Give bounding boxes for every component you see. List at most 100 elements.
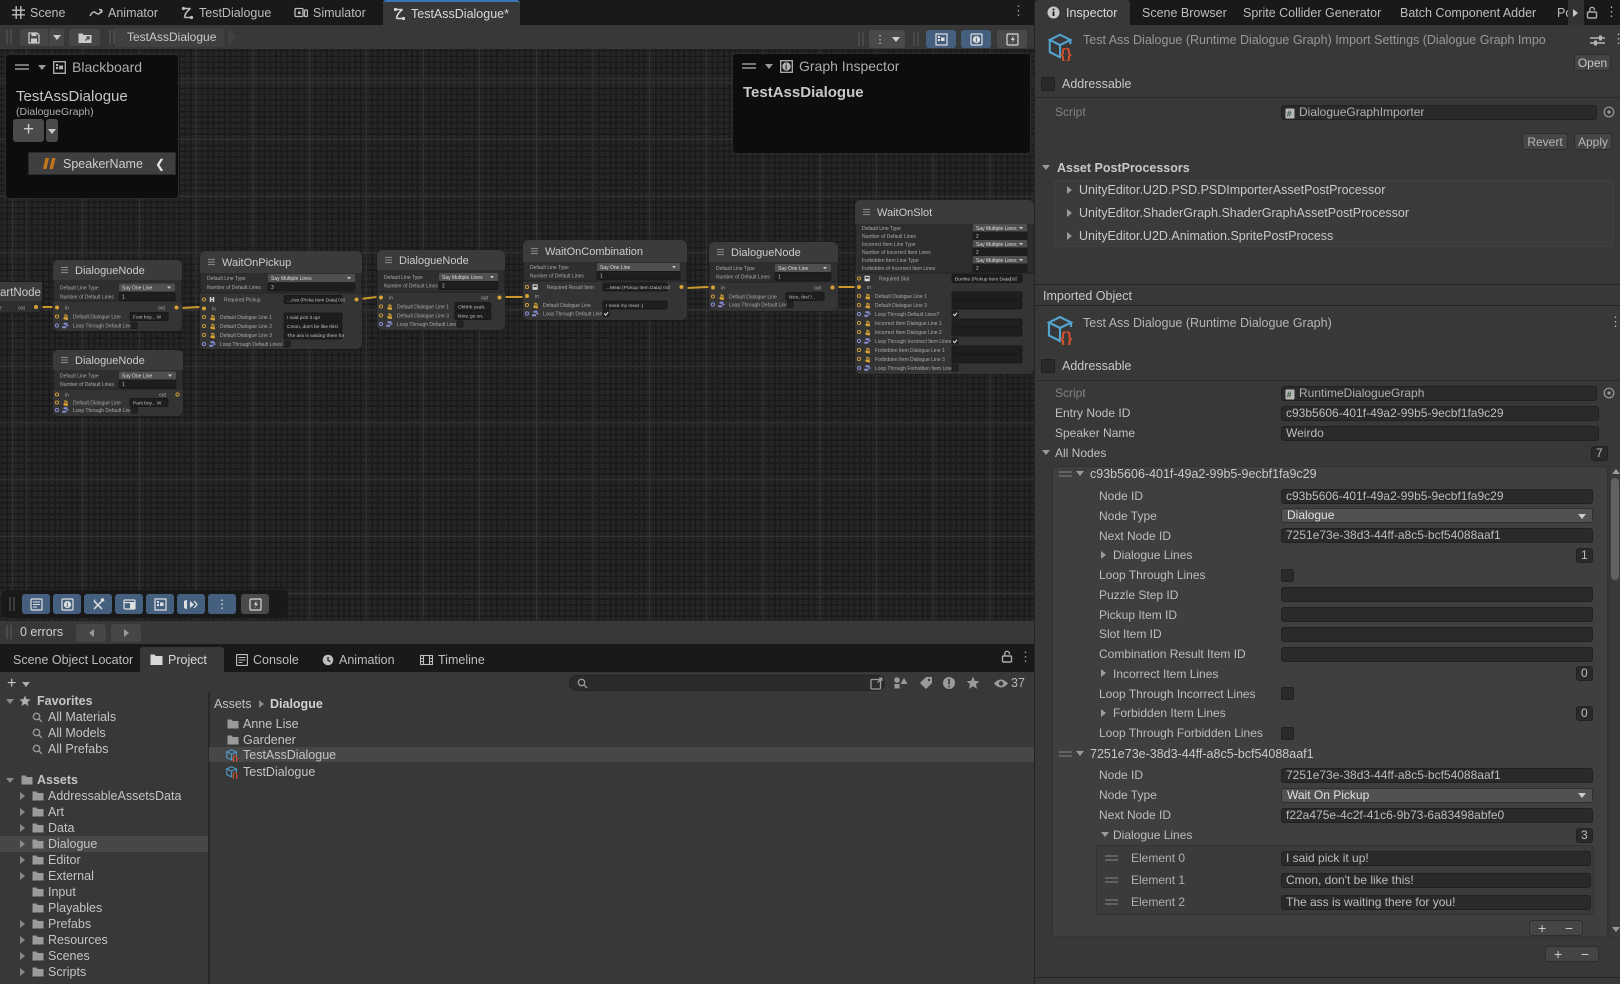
svg-text:{}: {} [232, 771, 238, 778]
svg-text:Nice, the!?..: Nice, the!?.. [789, 295, 815, 301]
svg-text:Default Line Type: Default Line Type [60, 374, 99, 380]
svg-text:Required Slot: Required Slot [879, 277, 910, 283]
svg-text:Loop Through Default Lines?: Loop Through Default Lines? [397, 322, 462, 328]
svg-text:Say One Line: Say One Line [122, 374, 153, 380]
svg-text:artNode: artNode [0, 287, 41, 299]
svg-text:2: 2 [976, 234, 979, 240]
svg-text:Loop Through Default Lines?: Loop Through Default Lines? [73, 324, 138, 330]
svg-text:DialogueNode: DialogueNode [75, 355, 145, 367]
svg-text:{}: {} [1060, 46, 1072, 61]
svg-text:WaitOnPickup: WaitOnPickup [222, 257, 291, 269]
svg-text:1: 1 [122, 295, 125, 301]
svg-text:Required Result Item: Required Result Item [547, 285, 594, 291]
svg-text:Number of Default Lines: Number of Default Lines [60, 295, 114, 301]
svg-text:...Ass (Picka Item Data): ...Ass (Picka Item Data) [287, 298, 338, 304]
svg-text:out: out [1010, 277, 1018, 283]
svg-text:Forbidden Item Dialogue Line 3: Forbidden Item Dialogue Line 3 [875, 357, 945, 363]
svg-text:1: 1 [600, 274, 603, 280]
svg-text:Incorrect Item Dialogue Line 2: Incorrect Item Dialogue Line 2 [875, 330, 942, 336]
svg-text:I need my meat :): I need my meat :) [606, 303, 644, 309]
svg-text:Incorrect Item Dialogue Line 1: Incorrect Item Dialogue Line 1 [875, 321, 942, 327]
svg-text:berName: berName [0, 306, 2, 312]
svg-text:#: # [1287, 108, 1292, 118]
svg-text:Default Line Type: Default Line Type [716, 266, 755, 272]
svg-text:1: 1 [122, 382, 125, 388]
svg-text:Forbidden Item Line Type: Forbidden Item Line Type [862, 258, 919, 264]
svg-text:2: 2 [442, 284, 445, 290]
svg-text:Default Dialogue Line: Default Dialogue Line [73, 401, 121, 407]
svg-text:DialogueNode: DialogueNode [399, 255, 469, 267]
svg-text:DialogueNode: DialogueNode [75, 265, 145, 277]
svg-text:Number of Default Lines: Number of Default Lines [60, 382, 114, 388]
svg-text:in: in [65, 393, 69, 399]
svg-text:Default Dialogue Line 3: Default Dialogue Line 3 [220, 333, 272, 339]
svg-text:out: out [663, 285, 671, 291]
svg-text:Number of Default Lines: Number of Default Lines [384, 284, 438, 290]
svg-text:Loop Through Forbidden Item Li: Loop Through Forbidden Item Lines? [875, 366, 957, 372]
svg-text:in: in [535, 294, 539, 300]
svg-text:Loop Through Default Lines?: Loop Through Default Lines? [729, 303, 794, 309]
svg-text:Say Multiple Lines: Say Multiple Lines [976, 258, 1017, 264]
svg-text:...Meat (Pickup Item Data): ...Meat (Pickup Item Data) [606, 285, 662, 291]
svg-text:in: in [212, 307, 216, 313]
svg-text:Default Dialogue Line 1: Default Dialogue Line 1 [397, 305, 449, 311]
svg-text:1: 1 [778, 275, 781, 281]
svg-text:3: 3 [271, 285, 274, 291]
svg-text:Default Line Type: Default Line Type [60, 286, 99, 292]
svg-text:i: i [66, 602, 68, 609]
svg-text:Number of Incorrect Item Lines: Number of Incorrect Item Lines [862, 250, 931, 256]
svg-text:Foot boy... W: Foot boy... W [133, 315, 162, 321]
svg-text:Loop Through Default Lines?: Loop Through Default Lines? [220, 342, 285, 348]
svg-text:Forbidden of Incorrect Item Li: Forbidden of Incorrect Item Lines [862, 266, 936, 272]
svg-text:Incorrect Item Line Type: Incorrect Item Line Type [862, 242, 916, 248]
svg-text:Default Dialogue Line 1: Default Dialogue Line 1 [220, 315, 272, 321]
svg-text:#: # [1287, 389, 1292, 399]
svg-text:Default Dialogue Line 3: Default Dialogue Line 3 [875, 303, 927, 309]
svg-text:out: out [814, 286, 822, 292]
svg-text:out: out [158, 306, 166, 312]
svg-text:i: i [975, 37, 977, 44]
svg-text:Default Dialogue Line 2: Default Dialogue Line 2 [220, 324, 272, 330]
svg-text:Bonfire (Pickup Item Data): Bonfire (Pickup Item Data) [955, 277, 1012, 283]
svg-text:WaitOnSlot: WaitOnSlot [877, 207, 932, 219]
svg-text:in: in [721, 286, 725, 292]
svg-text:Say One Line: Say One Line [778, 266, 809, 272]
svg-text:Default Line Type: Default Line Type [207, 276, 246, 282]
svg-text:Say Multiple Lines: Say Multiple Lines [976, 226, 1017, 232]
svg-text:Ohhhh yeah,: Ohhhh yeah, [458, 305, 485, 311]
svg-text:Say One Line: Say One Line [122, 286, 153, 292]
svg-text:{}: {} [1060, 330, 1072, 345]
svg-text:Say Multiple Lines: Say Multiple Lines [976, 242, 1017, 248]
svg-text:Default Dialogue Line 3: Default Dialogue Line 3 [397, 314, 449, 320]
svg-text:out: out [159, 393, 167, 399]
svg-text:DialogueNode: DialogueNode [731, 247, 801, 259]
svg-text:Say One Line: Say One Line [600, 265, 631, 271]
svg-text:Loop Through Default Lines?: Loop Through Default Lines? [73, 408, 138, 414]
svg-text:i: i [785, 62, 787, 71]
svg-text:in: in [389, 296, 393, 302]
svg-text:Default Line Type: Default Line Type [384, 275, 423, 281]
svg-text:Number of Default Lines: Number of Default Lines [530, 274, 584, 280]
svg-text:in: in [867, 285, 871, 291]
svg-text:Required Pickup: Required Pickup [224, 298, 261, 304]
svg-text:2: 2 [976, 266, 979, 272]
svg-text:Forbidden Item Dialogue Line 1: Forbidden Item Dialogue Line 1 [875, 348, 945, 354]
svg-text:Loop Through Default Lines?: Loop Through Default Lines? [875, 312, 940, 318]
svg-text:WaitOnCombination: WaitOnCombination [545, 246, 643, 258]
svg-text:Default Dialogue Line: Default Dialogue Line [73, 315, 121, 321]
svg-text:I said pick it up!: I said pick it up! [287, 315, 320, 321]
svg-text:out: out [338, 298, 346, 304]
svg-text:Say Multiple Lines: Say Multiple Lines [271, 276, 312, 282]
svg-text:Default Line Type: Default Line Type [862, 226, 901, 232]
svg-text:Number of Default Lines: Number of Default Lines [716, 275, 770, 281]
svg-text:Now, go on,: Now, go on, [458, 314, 483, 320]
svg-text:Say Multiple Lines: Say Multiple Lines [442, 275, 483, 281]
svg-text:in: in [65, 306, 69, 312]
svg-text:Default Dialogue Line: Default Dialogue Line [543, 303, 591, 309]
svg-text:2: 2 [976, 250, 979, 256]
svg-text:Default Dialogue Line 1: Default Dialogue Line 1 [875, 294, 927, 300]
svg-text:Loop Through Incorrect Item Li: Loop Through Incorrect Item Lines? [875, 339, 954, 345]
svg-text:out: out [18, 306, 26, 312]
svg-text:out: out [481, 296, 489, 302]
svg-text:Default Line Type: Default Line Type [530, 265, 569, 271]
